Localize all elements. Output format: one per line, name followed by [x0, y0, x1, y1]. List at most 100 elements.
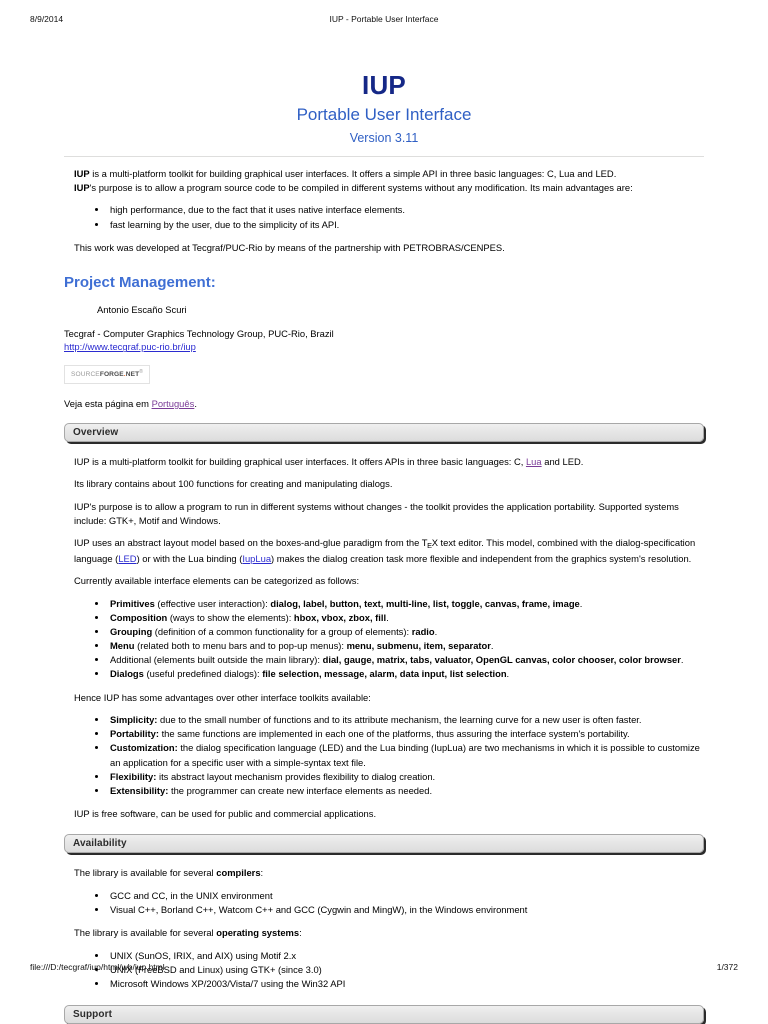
element-category-end: .	[434, 626, 438, 638]
list-item: Visual C++, Borland C++, Watcom C++ and …	[108, 903, 704, 917]
element-category-name: Composition	[110, 612, 168, 624]
document-content: IUP Portable User Interface Version 3.11…	[64, 56, 704, 1024]
translation-suffix: .	[194, 397, 197, 409]
print-header: 8/9/2014 IUP - Portable User Interface	[0, 14, 768, 28]
intro-closing: This work was developed at Tecgraf/PUC-R…	[74, 241, 505, 253]
advantage-desc: the dialog specification language (LED) …	[110, 742, 700, 768]
translation-line: Veja esta página em Português.	[64, 398, 704, 409]
list-item: UNIX (SunOS, IRIX, and AIX) using Motif …	[108, 949, 704, 963]
element-category-desc: (ways to show the elements):	[167, 612, 294, 624]
title-block: IUP Portable User Interface Version 3.11	[64, 56, 704, 148]
os-bold: operating systems	[216, 927, 300, 939]
list-item: high performance, due to the fact that i…	[108, 203, 704, 217]
sourceforge-badge[interactable]: SOURCEFORGE.NET®	[64, 365, 150, 384]
element-category-end: .	[506, 668, 510, 680]
element-category-items: menu, submenu, item, separator	[346, 640, 491, 652]
element-category-name: Grouping	[110, 626, 153, 638]
section-bar-availability[interactable]: Availability	[64, 834, 704, 854]
advantage-name: Extensibility:	[110, 784, 169, 796]
availability-section-bar-wrapper: Availability	[64, 834, 704, 854]
compilers-suffix: :	[260, 867, 264, 879]
overview-p1-prefix: IUP is a multi-platform toolkit for buil…	[74, 455, 526, 467]
list-item: Flexibility: its abstract layout mechani…	[108, 770, 704, 784]
intro-bold-1: IUP	[74, 168, 90, 180]
document-page: IUP Portable User Interface Version 3.11…	[0, 56, 768, 1024]
lua-link[interactable]: Lua	[526, 456, 542, 467]
compilers-bold: compilers	[216, 867, 261, 879]
advantage-name: Customization:	[110, 742, 178, 754]
advantage-desc: its abstract layout mechanism provides f…	[156, 770, 436, 782]
element-category-desc: (effective user interaction):	[154, 597, 271, 609]
element-category-items: dial, gauge, matrix, tabs, valuator, Ope…	[322, 654, 681, 666]
element-category-desc: (related both to menu bars and to pop-up…	[134, 640, 347, 652]
intro-block: IUP is a multi-platform toolkit for buil…	[64, 167, 704, 254]
support-section-bar-wrapper: Support	[64, 1005, 704, 1024]
advantage-desc: due to the small number of functions and…	[157, 714, 642, 726]
iuplua-link[interactable]: IupLua	[242, 553, 271, 564]
compilers-list: GCC and CC, in the UNIX environment Visu…	[74, 889, 704, 917]
section-bar-label: Availability	[73, 838, 127, 850]
title-divider	[64, 156, 704, 158]
project-manager-name: Antonio Escaño Scuri	[97, 303, 187, 315]
tex-prefix: IUP uses an abstract layout model based …	[74, 537, 428, 549]
compilers-intro: The library is available for several com…	[74, 866, 704, 880]
footer-file-path: file:///D:/tecgraf/iup/html/wb/iup.html	[30, 962, 165, 972]
list-item: Portability: the same functions are impl…	[108, 727, 704, 741]
overview-paragraph-3: IUP's purpose is to allow a program to r…	[74, 501, 679, 526]
page-subtitle: Portable User Interface	[296, 104, 472, 124]
element-category-name: Additional	[110, 654, 152, 666]
list-item: Extensibility: the programmer can create…	[108, 784, 704, 798]
os-suffix: :	[299, 927, 302, 939]
intro-text-1: is a multi-platform toolkit for building…	[89, 168, 617, 180]
compilers-prefix: The library is available for several	[74, 867, 217, 879]
list-item: Primitives (effective user interaction):…	[108, 597, 704, 611]
project-management-heading: Project Management:	[64, 274, 216, 292]
element-category-items: radio	[411, 626, 435, 638]
element-category-desc: (definition of a common functionality fo…	[152, 626, 412, 638]
list-item: Grouping (definition of a common functio…	[108, 625, 704, 639]
overview-paragraph-5: Currently available interface elements c…	[74, 575, 360, 587]
intro-text-2: 's purpose is to allow a program source …	[89, 181, 633, 193]
os-prefix: The library is available for several	[74, 927, 217, 939]
element-category-end: .	[680, 654, 684, 666]
footer-page-number: 1/372	[716, 962, 738, 972]
element-category-items: hbox, vbox, zbox, fill	[293, 612, 387, 624]
element-category-items: file selection, message, alarm, data inp…	[262, 668, 507, 680]
advantage-desc: the programmer can create new interface …	[168, 784, 433, 796]
intro-advantages-list: high performance, due to the fact that i…	[74, 203, 704, 231]
print-header-title: IUP - Portable User Interface	[329, 14, 439, 24]
advantage-name: Flexibility:	[110, 770, 157, 782]
version-label: Version 3.11	[349, 131, 419, 146]
element-category-name: Primitives	[110, 597, 155, 609]
overview-p1-suffix: and LED.	[541, 455, 584, 467]
advantages-intro: Hence IUP has some advantages over other…	[74, 691, 371, 703]
operating-systems-intro: The library is available for several ope…	[74, 926, 704, 940]
overview-section-bar-wrapper: Overview	[64, 422, 704, 442]
tex-mid-2: ) or with the Lua binding (	[136, 552, 243, 564]
list-item: Additional (elements built outside the m…	[108, 653, 704, 667]
portuguese-link[interactable]: Português	[152, 398, 195, 409]
element-category-items: dialog, label, button, text, multi-line,…	[270, 597, 580, 609]
overview-paragraph-1: IUP is a multi-platform toolkit for buil…	[74, 455, 704, 469]
organization-name: Tecgraf - Computer Graphics Technology G…	[64, 327, 334, 339]
overview-paragraph-4: IUP uses an abstract layout model based …	[74, 536, 704, 565]
badge-forge-text: FORGE	[99, 371, 124, 379]
list-item: Menu (related both to menu bars and to p…	[108, 639, 704, 653]
advantage-name: Portability:	[110, 728, 159, 740]
list-item: GCC and CC, in the UNIX environment	[108, 889, 704, 903]
tex-suffix: ) makes the dialog creation task more fl…	[271, 552, 692, 564]
section-bar-overview[interactable]: Overview	[64, 422, 704, 442]
organization-link[interactable]: http://www.tecgraf.puc-rio.br/iup	[64, 341, 196, 352]
section-bar-support[interactable]: Support	[64, 1005, 704, 1024]
led-link[interactable]: LED	[118, 553, 136, 564]
intro-paragraph-1: IUP is a multi-platform toolkit for buil…	[74, 167, 704, 181]
element-category-end: .	[579, 597, 583, 609]
intro-bold-2: IUP	[74, 181, 90, 193]
print-footer: file:///D:/tecgraf/iup/html/wb/iup.html …	[0, 962, 768, 976]
organization-block: Tecgraf - Computer Graphics Technology G…	[64, 327, 704, 354]
interface-elements-list: Primitives (effective user interaction):…	[74, 597, 704, 682]
list-item: Dialogs (useful predefined dialogs): fil…	[108, 667, 704, 681]
section-bar-label: Overview	[73, 426, 119, 438]
badge-trademark: ®	[139, 369, 143, 376]
intro-paragraph-2: IUP's purpose is to allow a program sour…	[74, 181, 704, 195]
